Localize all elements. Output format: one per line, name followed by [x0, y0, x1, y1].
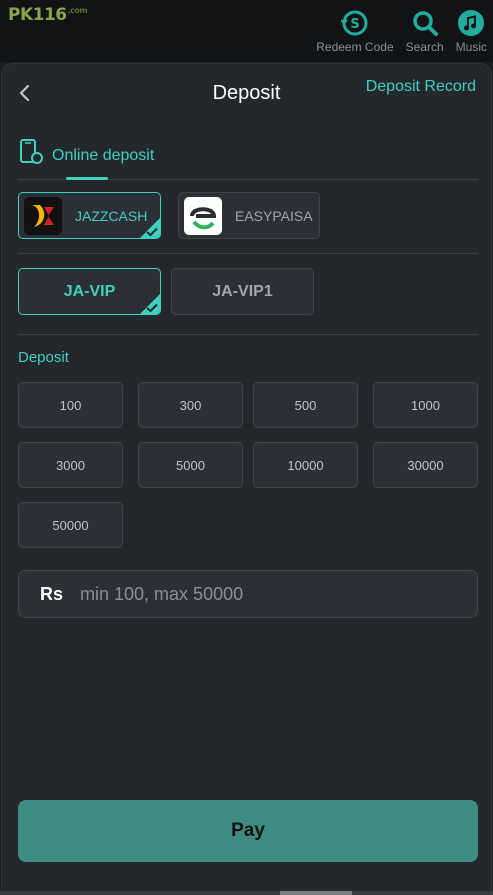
amount-option[interactable]: 100: [18, 382, 123, 428]
search-label: Search: [405, 40, 444, 54]
bottom-scrollbar-thumb[interactable]: [280, 891, 352, 895]
search-icon: [410, 8, 440, 38]
method-easypaisa-label: EASYPAISA: [235, 207, 313, 224]
music-label: Music: [455, 40, 487, 54]
deposit-panel: Deposit Deposit Record Online deposit JA…: [1, 63, 492, 893]
amount-option[interactable]: 50000: [18, 502, 123, 548]
redeem-icon: S: [340, 8, 370, 38]
site-logo[interactable]: PK116.com: [8, 5, 88, 25]
currency-symbol: Rs: [40, 583, 64, 604]
deposit-record-link[interactable]: Deposit Record: [366, 78, 476, 96]
channel-ja-vip1[interactable]: JA-VIP1: [171, 268, 314, 315]
tab-active-indicator: [66, 177, 108, 180]
music-icon: [456, 8, 486, 38]
amount-input-field: Rs: [18, 570, 478, 618]
logo-text: PK116: [8, 5, 67, 25]
deposit-tabs: Online deposit: [18, 134, 478, 180]
amount-option[interactable]: 10000: [253, 442, 358, 488]
channel-ja-vip1-label: JA-VIP1: [212, 282, 273, 300]
amount-option[interactable]: 30000: [373, 442, 478, 488]
jazzcash-logo: [24, 196, 62, 235]
checkmark-icon: [146, 227, 158, 237]
top-bar: PK116.com S Redeem Code Search Music: [0, 0, 493, 62]
amount-option[interactable]: 5000: [138, 442, 243, 488]
tab-online-deposit[interactable]: Online deposit: [18, 138, 154, 166]
panel-header: Deposit Deposit Record: [2, 64, 491, 120]
top-actions: S Redeem Code Search Music: [304, 8, 487, 54]
checkmark-icon: [146, 303, 158, 313]
channel-ja-vip[interactable]: JA-VIP: [18, 268, 161, 315]
svg-text:S: S: [350, 17, 359, 32]
payment-methods: JAZZCASH EASYPAISA: [18, 192, 478, 254]
amount-option[interactable]: 1000: [373, 382, 478, 428]
easypaisa-logo: [184, 196, 222, 235]
amount-option[interactable]: 3000: [18, 442, 123, 488]
method-jazzcash-label: JAZZCASH: [75, 207, 148, 224]
method-easypaisa[interactable]: EASYPAISA: [178, 192, 320, 239]
bottom-scrollbar-track: [0, 891, 493, 895]
tab-online-deposit-label: Online deposit: [52, 147, 155, 164]
channel-ja-vip-label: JA-VIP: [63, 282, 116, 300]
search-button[interactable]: Search: [406, 8, 444, 54]
amount-option[interactable]: 300: [138, 382, 243, 428]
amount-option[interactable]: 500: [253, 382, 358, 428]
pay-button[interactable]: Pay: [18, 800, 478, 862]
logo-sub: .com: [67, 6, 88, 16]
phone-icon: [20, 139, 43, 164]
method-jazzcash[interactable]: JAZZCASH: [18, 192, 161, 239]
redeem-code-button[interactable]: S Redeem Code: [316, 8, 394, 54]
deposit-channels: JA-VIP JA-VIP1: [18, 268, 478, 335]
amount-input[interactable]: [80, 571, 477, 617]
redeem-code-label: Redeem Code: [316, 40, 394, 54]
deposit-section-label: Deposit: [18, 349, 69, 366]
music-button[interactable]: Music: [456, 8, 487, 54]
